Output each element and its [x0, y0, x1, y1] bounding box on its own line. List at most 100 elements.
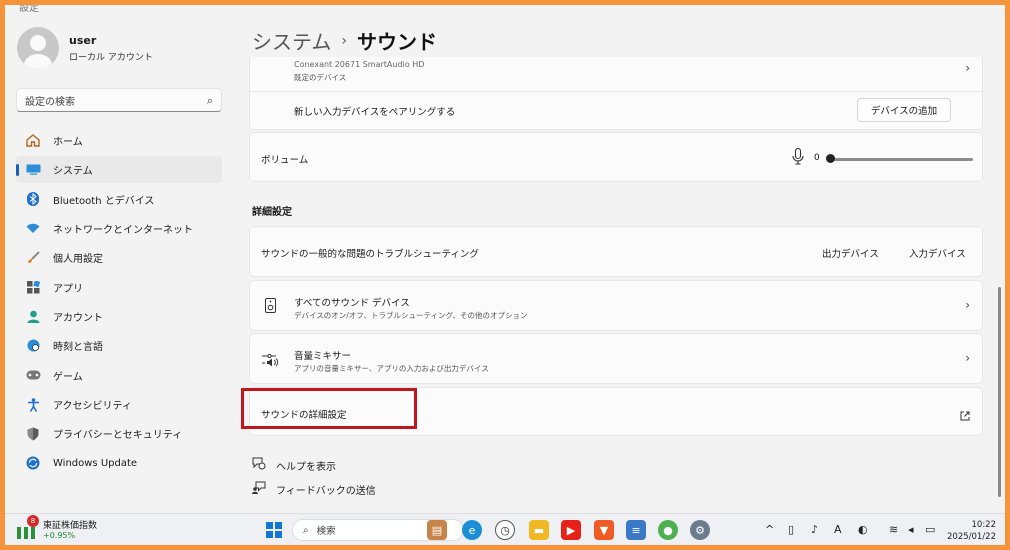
sidebar-item-windows-update[interactable]: Windows Update	[16, 450, 222, 477]
microphone-icon[interactable]	[792, 147, 804, 169]
sidebar-item-home[interactable]: ホーム	[16, 127, 222, 154]
volume-value: 0	[814, 153, 820, 163]
edge-icon[interactable]: e	[462, 520, 482, 540]
sidebar-item-label: アクセシビリティ	[53, 401, 132, 413]
brush-icon	[23, 251, 43, 264]
main-content: システム › サウンド Conexant 20671 SmartAudio HD…	[241, 5, 988, 513]
sidebar-item-accessibility[interactable]: アクセシビリティ	[16, 391, 222, 418]
clock-date: 2025/01/22	[947, 532, 996, 542]
home-icon	[23, 134, 43, 147]
system-icon	[23, 164, 43, 176]
sidebar-item-label: 個人用設定	[53, 254, 103, 266]
stock-widget[interactable]: 8 東証株価指数 +0.95%	[17, 515, 98, 540]
microphone-tray-icon[interactable]: ♪	[811, 523, 818, 536]
stock-name: 東証株価指数	[43, 521, 98, 531]
volume-slider[interactable]	[833, 158, 973, 161]
stock-change: +0.95%	[43, 531, 76, 540]
volume-tray-icon[interactable]: ◂	[908, 523, 914, 536]
chrome-icon[interactable]: ●	[658, 520, 678, 540]
account-icon	[23, 310, 43, 324]
get-help-link[interactable]: ヘルプを表示	[252, 457, 336, 473]
mixer-icon	[262, 352, 280, 371]
chevron-right-icon: ›	[965, 298, 970, 312]
file-explorer-icon[interactable]: ▬	[529, 520, 549, 540]
youtube-icon[interactable]: ▶	[561, 520, 581, 540]
start-button[interactable]	[266, 522, 282, 538]
troubleshoot-label: サウンドの一般的な問題のトラブルシューティング	[261, 249, 479, 260]
sidebar-item-accounts[interactable]: アカウント	[16, 303, 222, 330]
troubleshoot-card: サウンドの一般的な問題のトラブルシューティング 出力デバイス 入力デバイス	[249, 226, 983, 277]
add-device-button[interactable]: デバイスの追加	[857, 98, 951, 122]
breadcrumb-system[interactable]: システム	[252, 26, 331, 55]
profile-account-type: ローカル アカウント	[69, 52, 153, 63]
all-sound-devices-label: すべてのサウンド デバイス	[294, 298, 410, 309]
sidebar-item-label: プライバシーとセキュリティ	[53, 430, 183, 442]
troubleshoot-output-link[interactable]: 出力デバイス	[822, 246, 879, 260]
input-device-name: Conexant 20671 SmartAudio HD	[294, 60, 425, 69]
clock-app-icon[interactable]: ◷	[495, 520, 515, 540]
advanced-section-title: 詳細設定	[252, 207, 292, 218]
volume-card: ボリューム 0	[249, 132, 983, 182]
brave-icon[interactable]: ▼	[594, 520, 614, 540]
chevron-up-icon[interactable]: ^	[765, 523, 774, 536]
wifi-icon	[23, 223, 43, 234]
volume-slider-thumb[interactable]	[826, 154, 835, 163]
sidebar-item-privacy[interactable]: プライバシーとセキュリティ	[16, 420, 222, 447]
volume-mixer-label: 音量ミキサー	[294, 351, 352, 362]
all-sound-devices-sub: デバイスのオン/オフ、トラブルシューティング、その他のオプション	[294, 311, 528, 320]
sidebar-item-bluetooth[interactable]: Bluetooth とデバイス	[16, 186, 222, 213]
highlight-box	[241, 388, 417, 429]
taskbar-search-label: 検索	[316, 526, 336, 537]
bluetooth-icon	[23, 192, 43, 207]
sidebar-item-apps[interactable]: アプリ	[16, 274, 222, 301]
power-icon[interactable]: ◐	[858, 523, 868, 536]
sidebar-item-label: ネットワークとインターネット	[53, 225, 193, 237]
feedback-link[interactable]: フィードバックの送信	[252, 481, 376, 497]
chevron-right-icon: ›	[965, 351, 970, 365]
feedback-label: フィードバックの送信	[276, 485, 376, 497]
usb-icon[interactable]: ▯	[788, 523, 794, 536]
ime-icon[interactable]: A	[834, 523, 842, 536]
stock-badge: 8	[27, 515, 39, 527]
search-input[interactable]: 設定の検索 ⌕	[16, 88, 222, 112]
apps-icon	[23, 280, 43, 294]
sidebar-item-label: Windows Update	[53, 457, 138, 469]
volume-mixer-sub: アプリの音量ミキサー、アプリの入力および出力デバイス	[294, 364, 489, 373]
notepad-icon[interactable]: ≡	[626, 520, 646, 540]
clock[interactable]: 10:22 2025/01/22	[946, 519, 996, 543]
update-icon	[23, 456, 43, 470]
sidebar-item-personalization[interactable]: 個人用設定	[16, 244, 222, 271]
speaker-icon	[265, 298, 276, 317]
input-device-card: Conexant 20671 SmartAudio HD 既定のデバイス › 新…	[249, 57, 983, 130]
input-device-sub: 既定のデバイス	[294, 73, 347, 82]
avatar	[17, 27, 59, 69]
profile[interactable]: user ローカル アカウント	[17, 27, 153, 69]
clock-time: 10:22	[971, 520, 997, 530]
sidebar-item-network[interactable]: ネットワークとインターネット	[16, 215, 222, 242]
sidebar-item-gaming[interactable]: ゲーム	[16, 362, 222, 389]
chevron-right-icon[interactable]: ›	[965, 61, 970, 75]
breadcrumb: システム › サウンド	[252, 26, 437, 55]
accessibility-icon	[23, 397, 43, 412]
sidebar-item-label: ゲーム	[53, 371, 83, 383]
sidebar-item-label: Bluetooth とデバイス	[53, 195, 155, 207]
page-title: サウンド	[357, 30, 438, 54]
wifi-tray-icon[interactable]: ≋	[889, 523, 898, 536]
taskbar: 8 東証株価指数 +0.95% ⌕ 検索 ▤ e ◷ ▬ ▶ ▼ ≡ ● ⚙ ^…	[5, 513, 1005, 545]
sidebar-item-label: 時刻と言語	[53, 342, 103, 354]
all-sound-devices-card[interactable]: すべてのサウンド デバイス デバイスのオン/オフ、トラブルシューティング、その他…	[249, 280, 983, 331]
scrollbar[interactable]	[998, 287, 1001, 497]
settings-window: 設定 user ローカル アカウント 設定の検索 ⌕ ホーム システム Blue…	[5, 5, 1005, 545]
battery-icon[interactable]: ▭	[925, 523, 935, 536]
search-placeholder: 設定の検索	[25, 96, 75, 108]
sidebar-item-time-language[interactable]: 時刻と言語	[16, 332, 222, 359]
shield-icon	[23, 427, 43, 441]
settings-gear-icon[interactable]: ⚙	[690, 520, 710, 540]
get-help-label: ヘルプを表示	[276, 461, 336, 473]
troubleshoot-input-link[interactable]: 入力デバイス	[909, 246, 966, 260]
external-link-icon	[960, 406, 970, 425]
books-icon[interactable]: ▤	[427, 520, 447, 540]
sidebar-item-label: ホーム	[53, 137, 83, 148]
volume-mixer-card[interactable]: 音量ミキサー アプリの音量ミキサー、アプリの入力および出力デバイス ›	[249, 333, 983, 384]
sidebar-item-system[interactable]: システム	[16, 156, 222, 184]
